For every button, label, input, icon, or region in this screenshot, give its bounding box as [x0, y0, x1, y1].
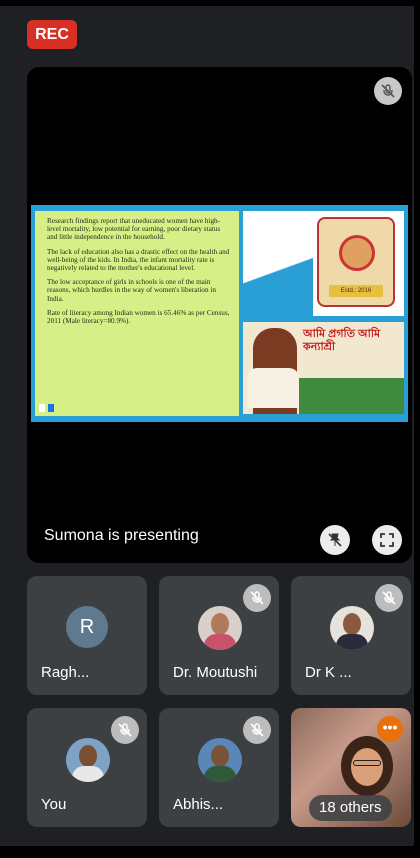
participant-name: Abhis...	[173, 796, 224, 813]
slide-swoosh	[243, 211, 313, 316]
participant-tile[interactable]: Dr K ...	[291, 576, 411, 695]
mic-off-icon	[375, 584, 403, 612]
slide-bullet: Research findings report that uneducated…	[47, 217, 221, 242]
right-border	[414, 0, 420, 858]
avatar	[330, 606, 374, 650]
poster-girl-shirt	[247, 368, 299, 408]
participant-tile[interactable]: Abhis...	[159, 708, 279, 827]
bottom-border	[0, 846, 420, 858]
presenting-label: Sumona is presenting	[44, 527, 199, 544]
others-count: 18 others	[309, 795, 392, 821]
top-border	[0, 0, 420, 6]
unpin-icon[interactable]	[320, 525, 350, 555]
participant-tile[interactable]: You	[27, 708, 147, 827]
recording-badge: REC	[27, 20, 77, 49]
participant-name: Dr K ...	[305, 664, 352, 681]
avatar	[198, 606, 242, 650]
avatar	[198, 738, 242, 782]
mic-off-icon	[111, 716, 139, 744]
slide-share-text	[39, 404, 45, 412]
emblem-face	[339, 235, 375, 271]
slide-share-bar	[39, 404, 54, 412]
slide-bullet: The lack of education also has a drastic…	[47, 247, 230, 273]
mic-off-icon	[374, 77, 402, 105]
slide-text-panel: Research findings report that uneducated…	[35, 211, 239, 416]
presentation-stage[interactable]: Research findings report that uneducated…	[27, 67, 412, 563]
mic-off-icon	[243, 584, 271, 612]
poster-field	[299, 378, 404, 414]
more-options-icon[interactable]: •••	[377, 716, 403, 742]
poster-text: আমি প্রগতি আমি কন্যাশ্রী	[303, 328, 381, 353]
participant-name: You	[41, 796, 67, 813]
participant-name: Dr. Moutushi	[173, 664, 258, 681]
others-face	[351, 748, 383, 786]
kanyashree-emblem: Estd.: 2016	[317, 217, 395, 307]
participant-name: Ragh...	[41, 664, 90, 681]
slide-bullet: Rate of literacy among Indian women is 6…	[47, 308, 230, 326]
others-tile[interactable]: ••• 18 others	[291, 708, 411, 827]
shared-slide: Research findings report that uneducated…	[31, 205, 408, 422]
mic-off-icon	[243, 716, 271, 744]
slide-bullet: The low acceptance of girls in schools i…	[47, 278, 216, 303]
others-glasses	[353, 760, 381, 766]
participant-tile[interactable]: R Ragh...	[27, 576, 147, 695]
emblem-banner: Estd.: 2016	[329, 285, 383, 297]
avatar: R	[66, 606, 108, 648]
participant-tile[interactable]: Dr. Moutushi	[159, 576, 279, 695]
avatar	[66, 738, 110, 782]
slide-share-button	[48, 404, 54, 412]
slide-logo-panel: Estd.: 2016	[243, 211, 404, 316]
fullscreen-icon[interactable]	[372, 525, 402, 555]
slide-poster-panel: আমি প্রগতি আমি কন্যাশ্রী	[243, 322, 404, 414]
